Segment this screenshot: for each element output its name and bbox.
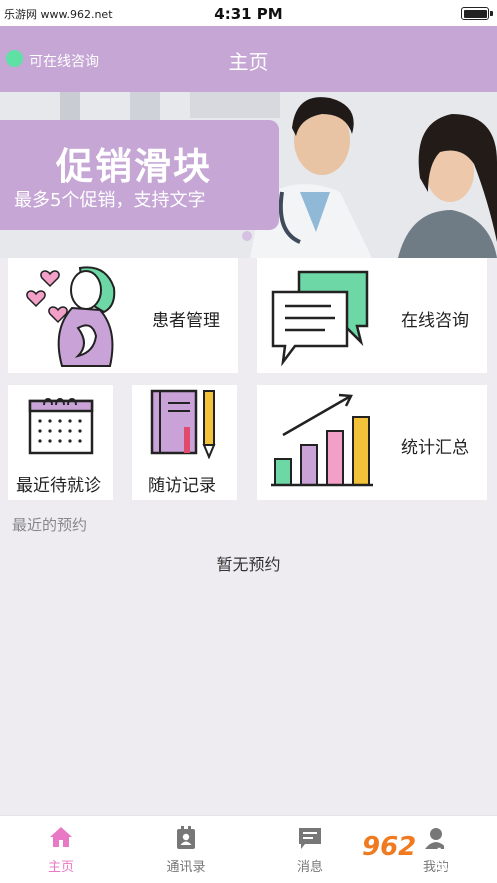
notebook-icon (150, 389, 216, 459)
bar-chart-icon (271, 393, 373, 487)
tab-contacts-label: 通讯录 (166, 860, 206, 875)
no-appointments-text: 暂无预约 (216, 555, 281, 574)
nav-header: 可在线咨询 主页 (0, 26, 497, 92)
promo-title: 促销滑块 (56, 145, 212, 188)
battery-tip (490, 11, 493, 16)
calendar-icon (28, 398, 94, 455)
follow-up-label: 随访记录 (148, 476, 216, 496)
recent-visits-label: 最近待就诊 (16, 476, 101, 496)
contacts-icon (177, 826, 195, 849)
tab-messages[interactable]: 消息 (260, 816, 360, 883)
statistics-card[interactable]: 统计汇总 (257, 385, 487, 500)
promo-banner[interactable]: 促销滑块 最多5个促销，支持文字 (0, 92, 497, 258)
watermark-962: 962 (362, 832, 417, 862)
status-time: 4:31 PM (214, 5, 283, 23)
follow-up-card[interactable]: 随访记录 (132, 385, 237, 500)
online-consult-label: 在线咨询 (401, 311, 469, 331)
recent-appointments-title: 最近的预约 (12, 516, 88, 534)
promo-subtitle: 最多5个促销，支持文字 (14, 190, 206, 211)
banner-page-indicator[interactable] (242, 231, 252, 241)
tab-home[interactable]: 主页 (11, 816, 111, 883)
status-bar: 乐游网 www.962.net 4:31 PM (0, 0, 497, 26)
message-icon (299, 828, 321, 849)
tab-home-label: 主页 (47, 860, 74, 875)
chat-icon (271, 270, 369, 366)
page-title: 主页 (228, 50, 269, 74)
recent-visits-card[interactable]: 最近待就诊 (8, 385, 113, 500)
watermark-logo: 962 .NET 乐游网 (358, 832, 492, 878)
watermark-sub: 乐游网 (436, 858, 473, 872)
patient-icon (26, 266, 116, 367)
home-icon (50, 827, 72, 847)
online-consult-card[interactable]: 在线咨询 (257, 258, 487, 373)
patient-management-label: 患者管理 (152, 311, 220, 331)
tab-messages-label: 消息 (296, 860, 323, 875)
watermark-net: .NET (436, 836, 480, 856)
promo-box: 促销滑块 最多5个促销，支持文字 (0, 120, 279, 230)
statistics-label: 统计汇总 (401, 438, 469, 458)
tab-contacts[interactable]: 通讯录 (136, 816, 236, 883)
patient-management-card[interactable]: 患者管理 (8, 258, 238, 373)
battery-icon (461, 7, 489, 20)
